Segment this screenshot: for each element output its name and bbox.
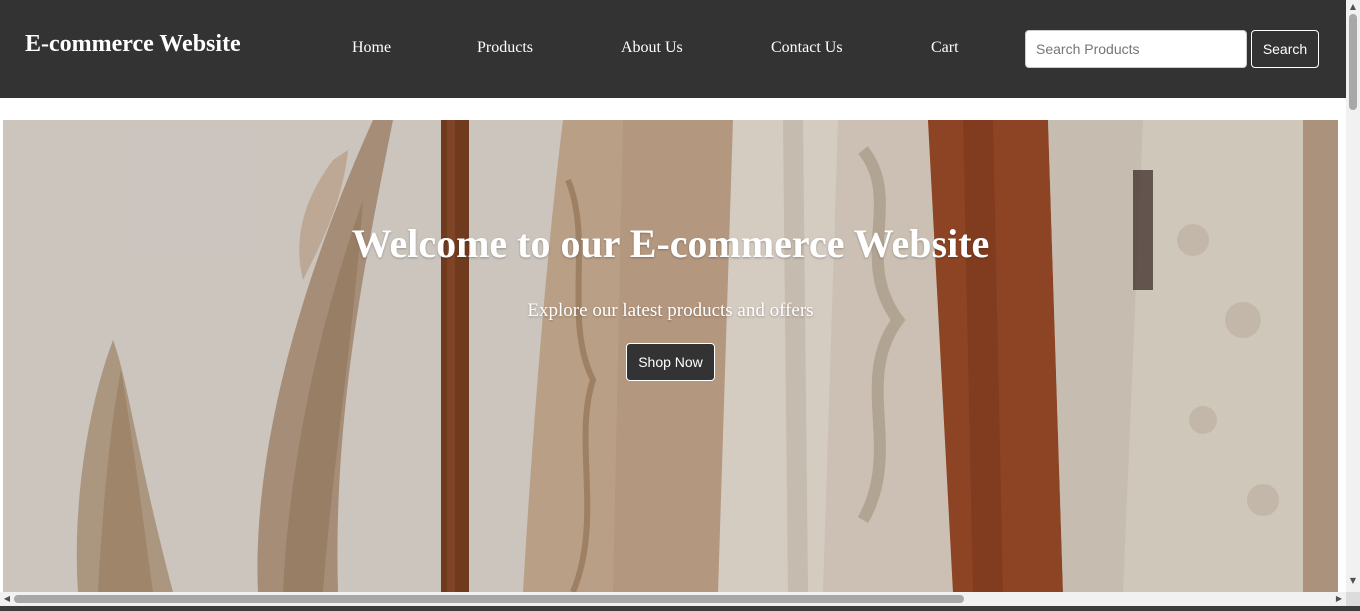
nav-home-link[interactable]: Home <box>352 39 391 57</box>
horizontal-scroll-thumb[interactable] <box>14 595 964 603</box>
nav-about-link[interactable]: About Us <box>621 39 683 57</box>
nav-products-link[interactable]: Products <box>477 39 533 57</box>
nav-cart-link[interactable]: Cart <box>931 39 959 57</box>
search-button[interactable]: Search <box>1251 30 1319 68</box>
scroll-right-arrow-icon[interactable]: ▶ <box>1332 592 1346 606</box>
scroll-down-arrow-icon[interactable]: ▼ <box>1346 574 1360 588</box>
shop-now-button[interactable]: Shop Now <box>626 343 715 381</box>
nav-contact-link[interactable]: Contact Us <box>771 39 843 57</box>
scrollbar-corner <box>1346 592 1360 606</box>
scroll-left-arrow-icon[interactable]: ◀ <box>0 592 14 606</box>
scroll-up-arrow-icon[interactable]: ▲ <box>1346 0 1360 14</box>
site-header: E-commerce Website Home Products About U… <box>0 0 1346 98</box>
brand-logo[interactable]: E-commerce Website <box>25 31 241 58</box>
hero-subtitle: Explore our latest products and offers <box>527 300 814 321</box>
taskbar-strip <box>0 606 1360 611</box>
hero-banner: Welcome to our E-commerce Website Explor… <box>3 120 1338 592</box>
hero-title: Welcome to our E-commerce Website <box>351 221 990 266</box>
search-input[interactable] <box>1025 30 1247 68</box>
vertical-scroll-thumb[interactable] <box>1349 14 1357 110</box>
horizontal-scrollbar[interactable]: ◀ ▶ <box>0 592 1346 606</box>
vertical-scrollbar[interactable]: ▲ ▼ <box>1346 0 1360 592</box>
